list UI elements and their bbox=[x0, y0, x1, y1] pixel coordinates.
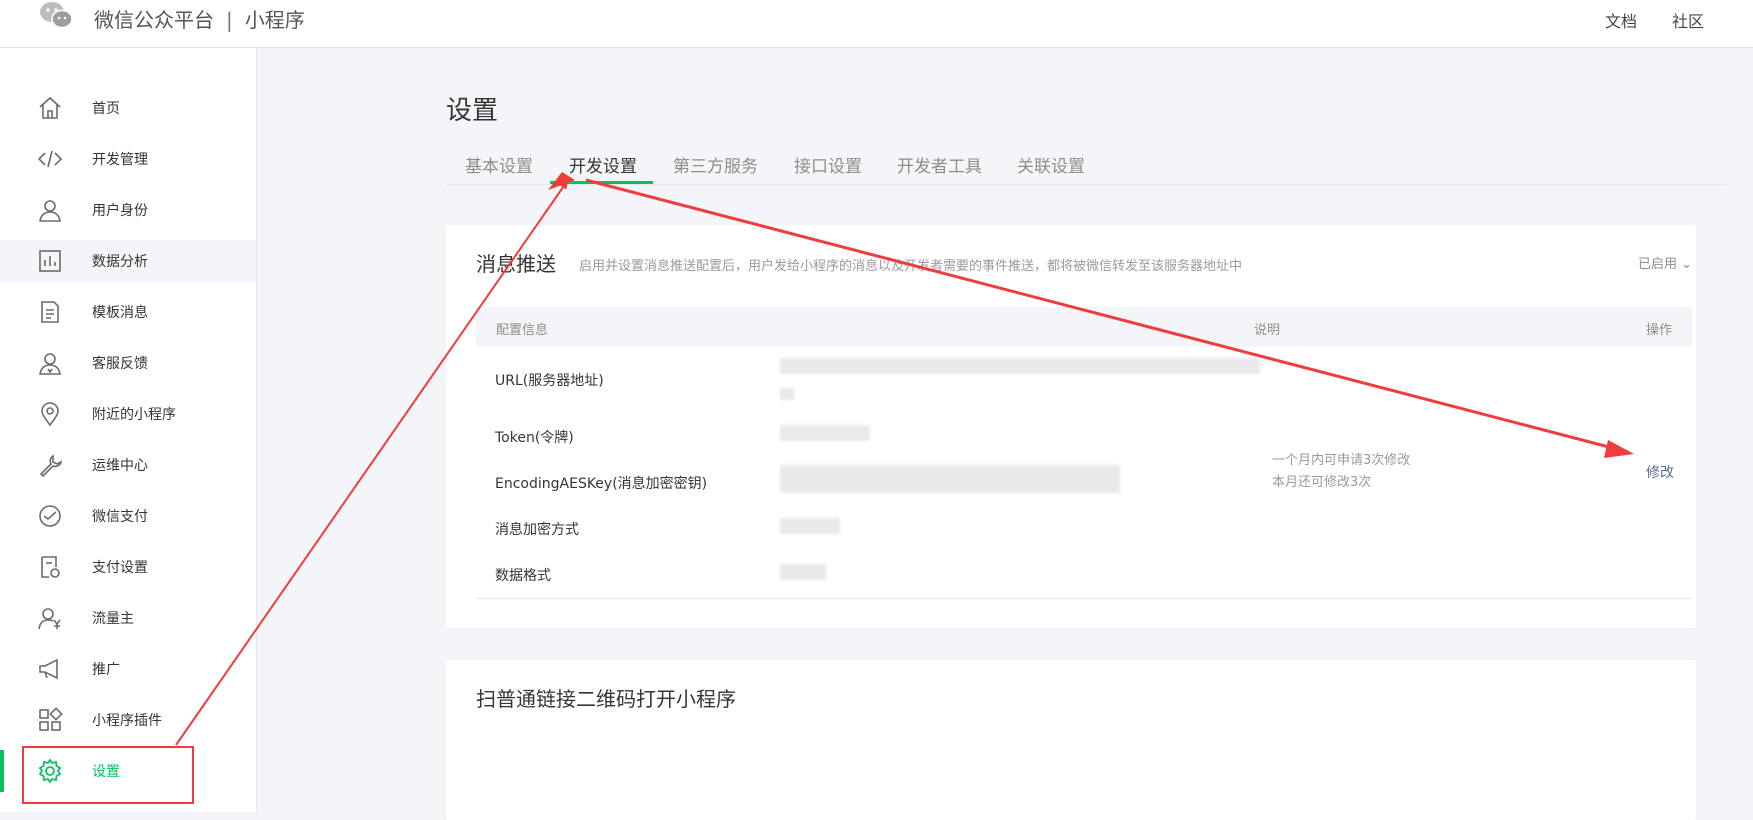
annotation-highlight-box bbox=[22, 746, 194, 804]
blurred-url-value bbox=[780, 358, 1260, 374]
wrench-icon bbox=[36, 451, 64, 479]
note-line-2: 本月还可修改3次 bbox=[1272, 475, 1372, 490]
sidebar-item-traffic-owner[interactable]: 流量主 bbox=[0, 597, 256, 639]
megaphone-icon bbox=[36, 655, 64, 683]
header-config-info: 配置信息 bbox=[496, 323, 549, 338]
header-action: 操作 bbox=[1646, 323, 1673, 338]
table-bottom-divider bbox=[476, 598, 1692, 599]
sidebar: 首页 开发管理 用户身份 数据分析 模板消息 客服反馈 附近的小程序 运维中心 … bbox=[0, 48, 257, 812]
blurred-token-value bbox=[780, 425, 870, 441]
sidebar-item-label: 微信支付 bbox=[92, 509, 148, 525]
message-push-title: 消息推送 bbox=[476, 252, 556, 276]
blurred-url-value-2 bbox=[780, 388, 794, 400]
tab-third-party[interactable]: 第三方服务 bbox=[673, 152, 758, 177]
sidebar-item-label: 推广 bbox=[92, 662, 120, 678]
document-icon bbox=[36, 298, 64, 326]
config-table-header: 配置信息 说明 操作 bbox=[476, 307, 1692, 347]
push-status-label: 已启用 bbox=[1638, 257, 1678, 272]
row-label-aeskey: EncodingAESKey(消息加密密钥) bbox=[495, 476, 708, 492]
tab-dev-settings[interactable]: 开发设置 bbox=[569, 152, 637, 177]
pay-settings-icon bbox=[36, 553, 64, 581]
blurred-format-value bbox=[780, 564, 826, 580]
sidebar-item-ops-center[interactable]: 运维中心 bbox=[0, 444, 256, 486]
sidebar-item-label: 数据分析 bbox=[92, 254, 148, 270]
blurred-encryption-value bbox=[780, 518, 840, 534]
row-label-encryption-mode: 消息加密方式 bbox=[495, 522, 579, 538]
sidebar-item-wechat-pay[interactable]: 微信支付 bbox=[0, 495, 256, 537]
note-line-1: 一个月内可申请3次修改 bbox=[1272, 453, 1411, 468]
sidebar-item-label: 用户身份 bbox=[92, 203, 148, 219]
pay-icon bbox=[36, 502, 64, 530]
sidebar-item-label: 小程序插件 bbox=[92, 713, 162, 729]
user-icon bbox=[36, 196, 64, 224]
sidebar-item-label: 流量主 bbox=[92, 611, 134, 627]
community-link[interactable]: 社区 bbox=[1672, 8, 1704, 32]
blurred-aeskey-value bbox=[780, 465, 1120, 493]
row-label-data-format: 数据格式 bbox=[495, 568, 551, 584]
code-icon bbox=[36, 145, 64, 173]
modify-link[interactable]: 修改 bbox=[1646, 462, 1674, 482]
tab-linked-settings[interactable]: 关联设置 bbox=[1017, 152, 1085, 177]
push-status-dropdown[interactable]: 已启用 ⌄ bbox=[1638, 253, 1692, 272]
message-push-description: 启用并设置消息推送配置后，用户发给小程序的消息以及开发者需要的事件推送，都将被微… bbox=[579, 259, 1243, 274]
sidebar-item-label: 模板消息 bbox=[92, 305, 148, 321]
row-label-url: URL(服务器地址) bbox=[495, 373, 604, 389]
sidebar-item-data-analysis[interactable]: 数据分析 bbox=[0, 240, 256, 282]
tab-basic-settings[interactable]: 基本设置 bbox=[465, 152, 533, 177]
sidebar-item-dev-management[interactable]: 开发管理 bbox=[0, 138, 256, 180]
sidebar-item-home[interactable]: 首页 bbox=[0, 87, 256, 129]
qr-link-card: 扫普通链接二维码打开小程序 bbox=[446, 660, 1696, 820]
tab-api-settings[interactable]: 接口设置 bbox=[794, 152, 862, 177]
header-description: 说明 bbox=[1254, 323, 1281, 338]
active-tab-underline bbox=[550, 181, 653, 184]
support-user-icon bbox=[36, 349, 64, 377]
brand-product: 小程序 bbox=[244, 8, 305, 32]
home-icon bbox=[36, 94, 64, 122]
sidebar-item-pay-settings[interactable]: 支付设置 bbox=[0, 546, 256, 588]
active-indicator bbox=[0, 750, 4, 792]
message-push-card: 消息推送 启用并设置消息推送配置后，用户发给小程序的消息以及开发者需要的事件推送… bbox=[446, 225, 1696, 628]
sidebar-item-plugins[interactable]: 小程序插件 bbox=[0, 699, 256, 741]
sidebar-item-promotion[interactable]: 推广 bbox=[0, 648, 256, 690]
sidebar-item-label: 开发管理 bbox=[92, 152, 148, 168]
plugin-icon bbox=[36, 706, 64, 734]
wechat-logo-icon bbox=[40, 2, 73, 29]
qr-section-title: 扫普通链接二维码打开小程序 bbox=[476, 687, 736, 711]
settings-tabs: 基本设置 开发设置 第三方服务 接口设置 开发者工具 关联设置 bbox=[446, 140, 1726, 185]
brand-name: 微信公众平台 bbox=[94, 8, 214, 32]
docs-link[interactable]: 文档 bbox=[1605, 8, 1637, 32]
brand-separator: | bbox=[226, 8, 233, 32]
sidebar-item-label: 首页 bbox=[92, 101, 120, 117]
sidebar-item-user-identity[interactable]: 用户身份 bbox=[0, 189, 256, 231]
top-header: 微信公众平台 | 小程序 文档 社区 bbox=[0, 0, 1753, 48]
bar-chart-icon bbox=[36, 247, 64, 275]
sidebar-item-nearby-miniprogram[interactable]: 附近的小程序 bbox=[0, 393, 256, 435]
row-label-token: Token(令牌) bbox=[495, 430, 574, 446]
traffic-owner-icon bbox=[36, 604, 64, 632]
page-title: 设置 bbox=[446, 96, 499, 126]
location-pin-icon bbox=[36, 400, 64, 428]
tab-dev-tools[interactable]: 开发者工具 bbox=[897, 152, 982, 177]
sidebar-item-customer-feedback[interactable]: 客服反馈 bbox=[0, 342, 256, 384]
sidebar-item-label: 附近的小程序 bbox=[92, 407, 176, 423]
sidebar-item-label: 客服反馈 bbox=[92, 356, 148, 372]
sidebar-item-template-message[interactable]: 模板消息 bbox=[0, 291, 256, 333]
sidebar-item-label: 运维中心 bbox=[92, 458, 148, 474]
chevron-down-icon: ⌄ bbox=[1681, 257, 1693, 272]
brand-title: 微信公众平台 | 小程序 bbox=[94, 4, 305, 33]
modify-limit-note: 一个月内可申请3次修改 本月还可修改3次 bbox=[1272, 450, 1410, 494]
sidebar-item-label: 支付设置 bbox=[92, 560, 148, 576]
